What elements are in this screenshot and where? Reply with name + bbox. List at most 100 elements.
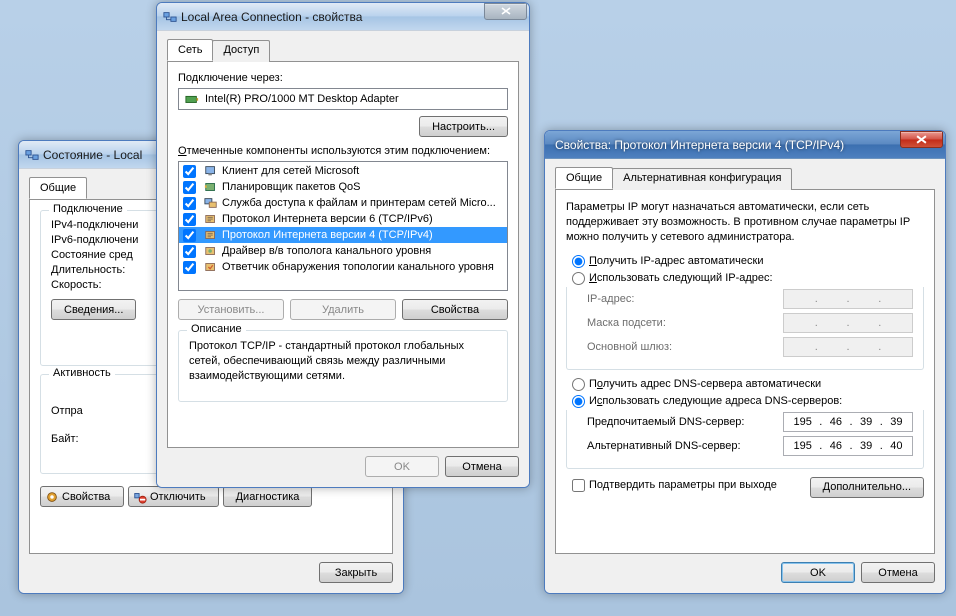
lbl-ip-manual: Использовать следующий IP-адрес:	[589, 272, 773, 284]
component-checkbox[interactable]	[183, 165, 196, 178]
close-icon[interactable]	[900, 131, 943, 148]
tab-general-status[interactable]: Общие	[29, 177, 87, 199]
radio-dns-auto[interactable]	[572, 378, 585, 391]
tab-general-ipv4[interactable]: Общие	[555, 167, 613, 189]
uninstall-button[interactable]: Удалить	[290, 299, 396, 320]
close-button[interactable]: Закрыть	[319, 562, 393, 583]
details-button[interactable]: Сведения...	[51, 299, 136, 320]
properties-button[interactable]: Свойства	[40, 486, 124, 507]
lbl-ip-address: IP-адрес:	[587, 293, 777, 305]
dns1-b: 46	[828, 416, 844, 428]
cancel-button[interactable]: Отмена	[861, 562, 935, 583]
network-icon	[163, 10, 177, 24]
lbl-dns-manual: Использовать следующие адреса DNS-сервер…	[589, 395, 842, 407]
input-subnet: ...	[783, 313, 913, 333]
input-dns2[interactable]: 195. 46. 39. 40	[783, 436, 913, 456]
lbl-connect-using: Подключение через:	[178, 72, 508, 84]
tab-network[interactable]: Сеть	[167, 39, 213, 61]
properties-label: Свойства	[62, 491, 110, 503]
tab-access[interactable]: Доступ	[212, 40, 270, 62]
cancel-button[interactable]: Отмена	[445, 456, 519, 477]
window-lac-properties: Local Area Connection - свойства Сеть До…	[156, 2, 530, 488]
lbl-dns-auto: Получить адрес DNS-сервера автоматически	[589, 378, 821, 390]
network-icon	[25, 148, 39, 162]
dns1-a: 195	[791, 416, 813, 428]
radio-ip-auto[interactable]	[572, 255, 585, 268]
component-label: Драйвер в/в тополога канального уровня	[222, 245, 431, 257]
disable-icon	[133, 490, 147, 504]
radio-dns-manual[interactable]	[572, 395, 585, 408]
component-checkbox[interactable]	[183, 213, 196, 226]
tab-panel-ipv4: Параметры IP могут назначаться автоматич…	[555, 190, 935, 554]
ok-button[interactable]: OK	[781, 562, 855, 583]
lbl-components: Отмеченные компоненты используются этим …	[178, 145, 508, 157]
desc-text: Протокол TCP/IP - стандартный протокол г…	[189, 339, 497, 384]
component-label: Планировщик пакетов QoS	[222, 181, 361, 193]
dns2-d: 40	[888, 440, 904, 452]
tabs-ipv4: Общие Альтернативная конфигурация	[555, 167, 935, 190]
ipv4-intro: Параметры IP могут назначаться автоматич…	[566, 200, 924, 245]
titlebar-lac[interactable]: Local Area Connection - свойства	[157, 3, 529, 31]
chk-validate[interactable]	[572, 479, 585, 492]
component-item[interactable]: Драйвер в/в тополога канального уровня	[179, 243, 507, 259]
titlebar-ipv4[interactable]: Свойства: Протокол Интернета версии 4 (T…	[545, 131, 945, 159]
protocol-icon	[204, 228, 218, 242]
component-label: Служба доступа к файлам и принтерам сете…	[222, 197, 496, 209]
adapter-box: Intel(R) PRO/1000 MT Desktop Adapter	[178, 88, 508, 110]
disable-button[interactable]: Отключить	[128, 486, 219, 507]
responder-icon	[204, 260, 218, 274]
groupbox-dns-fields: Предпочитаемый DNS-сервер: 195. 46. 39. …	[566, 410, 924, 469]
lbl-ipv6: IPv6-подключени	[51, 234, 138, 246]
component-item[interactable]: Служба доступа к файлам и принтерам сете…	[179, 195, 507, 211]
component-label: Ответчик обнаружения топологии канальног…	[222, 261, 494, 273]
dns1-c: 39	[858, 416, 874, 428]
groupbox-connection-title: Подключение	[49, 203, 127, 215]
component-checkbox[interactable]	[183, 197, 196, 210]
gear-icon	[45, 490, 59, 504]
component-label: Протокол Интернета версии 4 (TCP/IPv4)	[222, 229, 433, 241]
component-item-selected[interactable]: Протокол Интернета версии 4 (TCP/IPv4)	[179, 227, 507, 243]
tabs-lac: Сеть Доступ	[167, 39, 519, 62]
lbl-dns1: Предпочитаемый DNS-сервер:	[587, 416, 777, 428]
adapter-name: Intel(R) PRO/1000 MT Desktop Adapter	[205, 93, 399, 105]
component-item[interactable]: Протокол Интернета версии 6 (TCP/IPv6)	[179, 211, 507, 227]
driver-icon	[204, 244, 218, 258]
component-item[interactable]: Ответчик обнаружения топологии канальног…	[179, 259, 507, 275]
component-label: Протокол Интернета версии 6 (TCP/IPv6)	[222, 213, 433, 225]
configure-button[interactable]: Настроить...	[419, 116, 508, 137]
item-properties-button[interactable]: Свойства	[402, 299, 508, 320]
fileshare-icon	[204, 196, 218, 210]
lbl-validate: Подтвердить параметры при выходе	[589, 479, 777, 491]
dns2-b: 46	[828, 440, 844, 452]
diagnose-button[interactable]: Диагностика	[223, 486, 313, 507]
radio-ip-manual[interactable]	[572, 272, 585, 285]
adapter-icon	[185, 92, 199, 106]
input-ip-address: ...	[783, 289, 913, 309]
dns2-a: 195	[791, 440, 813, 452]
tab-alt-config[interactable]: Альтернативная конфигурация	[612, 168, 792, 190]
lbl-speed: Скорость:	[51, 279, 102, 291]
input-gateway: ...	[783, 337, 913, 357]
component-checkbox[interactable]	[183, 229, 196, 242]
component-item[interactable]: Планировщик пакетов QoS	[179, 179, 507, 195]
lbl-ip-auto: Получить IP-адрес автоматически	[589, 255, 763, 267]
component-list[interactable]: Клиент для сетей Microsoft Планировщик п…	[178, 161, 508, 291]
lbl-ipv4: IPv4-подключени	[51, 219, 138, 231]
disable-label: Отключить	[150, 491, 206, 503]
component-checkbox[interactable]	[183, 245, 196, 258]
lbl-env: Состояние сред	[51, 249, 133, 261]
ipv4-title: Свойства: Протокол Интернета версии 4 (T…	[551, 138, 900, 152]
component-checkbox[interactable]	[183, 261, 196, 274]
component-item[interactable]: Клиент для сетей Microsoft	[179, 163, 507, 179]
close-icon[interactable]	[484, 3, 527, 20]
window-ipv4-properties: Свойства: Протокол Интернета версии 4 (T…	[544, 130, 946, 594]
desc-title: Описание	[187, 323, 246, 335]
dns2-c: 39	[858, 440, 874, 452]
component-checkbox[interactable]	[183, 181, 196, 194]
input-dns1[interactable]: 195. 46. 39. 39	[783, 412, 913, 432]
component-label: Клиент для сетей Microsoft	[222, 165, 359, 177]
install-button[interactable]: Установить...	[178, 299, 284, 320]
dns1-d: 39	[888, 416, 904, 428]
advanced-button[interactable]: Дополнительно...	[810, 477, 924, 498]
ok-button[interactable]: OK	[365, 456, 439, 477]
